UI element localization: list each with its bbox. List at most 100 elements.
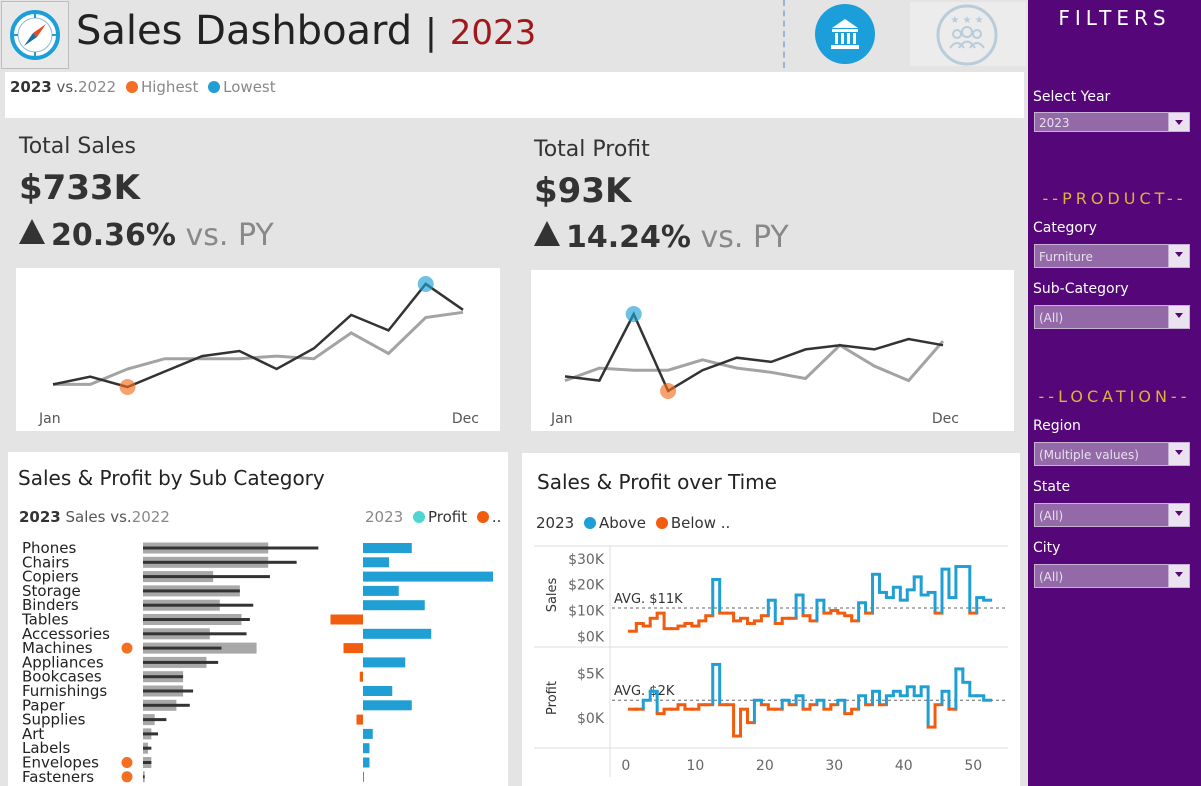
- filters-title: FILTERS: [1058, 6, 1171, 30]
- state-value: (All): [1039, 509, 1064, 523]
- profit-bar: [363, 557, 389, 568]
- subcategory-value: (All): [1039, 311, 1064, 325]
- current-year-bar: [143, 718, 167, 722]
- legend-highest: Highest: [140, 78, 199, 96]
- legend-bar: 2023 vs.2022 Highest Lowest: [5, 72, 1024, 118]
- current-year-line: [52, 282, 464, 389]
- city-value: (All): [1039, 570, 1064, 584]
- chevron-down-icon[interactable]: [1168, 113, 1189, 131]
- subcategory-dropdown[interactable]: (All): [1034, 305, 1190, 329]
- legend-current-year: 2023: [10, 78, 52, 96]
- profit-bar: [363, 571, 493, 582]
- sparkline-end-label: Dec: [932, 411, 959, 427]
- current-year-bar: [143, 689, 194, 693]
- state-label: State: [1033, 479, 1071, 495]
- time-legend-above: Above: [598, 514, 647, 532]
- sparkline-start-label: Jan: [550, 411, 573, 427]
- profit-dot-icon: [412, 511, 425, 523]
- marker-dot: [121, 642, 133, 654]
- people-group-icon: ★ ★ ★: [936, 4, 998, 66]
- time-panel: Sales & Profit over Time 2023 Above Belo…: [522, 453, 1020, 786]
- dashboard-title-text: Sales Dashboard: [76, 8, 413, 54]
- y-tick-label: $30K: [568, 552, 605, 568]
- y-tick-label: $0K: [577, 711, 605, 727]
- time-chart: Sales $0K $10K $20K $30K AVG. $11K Profit $0K $5…: [534, 545, 1008, 777]
- state-dropdown[interactable]: (All): [1034, 503, 1190, 527]
- y-tick-label: $20K: [568, 578, 605, 594]
- profit-bar: [359, 671, 363, 682]
- profit-bar: [363, 585, 399, 596]
- current-year-bar: [143, 546, 319, 550]
- subcategory-profit-legend: 2023 Profit ..: [365, 508, 501, 526]
- current-year-bar: [143, 646, 222, 650]
- subcat-legend-label: Sales vs.: [65, 508, 132, 526]
- marker-dot: [121, 757, 133, 768]
- current-year-bar: [143, 660, 219, 664]
- profit-bar: [363, 743, 370, 754]
- profit-bar: [363, 600, 425, 611]
- subcategory-sales-legend: 2023 Sales vs.2022: [19, 508, 170, 526]
- region-value: (Multiple values): [1039, 448, 1139, 462]
- legend-vs: vs.: [56, 78, 78, 96]
- subcat-legend-prior: 2022: [131, 508, 170, 526]
- select-year-dropdown[interactable]: 2023: [1034, 112, 1190, 132]
- pane-axis-title: Profit: [545, 681, 560, 715]
- current-year-bar: [143, 761, 152, 764]
- title-separator: |: [424, 12, 438, 53]
- chevron-down-icon[interactable]: [1168, 306, 1189, 328]
- current-year-bar: [143, 575, 270, 579]
- total-sales-change: 20.36% vs. PY: [19, 218, 274, 253]
- up-triangle-icon: [19, 219, 45, 244]
- pane-axis-title: Sales: [545, 577, 560, 612]
- x-tick-label: 30: [825, 758, 843, 774]
- region-label: Region: [1033, 418, 1081, 434]
- lowest-point-marker: [119, 379, 136, 395]
- header-divider: [783, 0, 785, 68]
- time-legend-year: 2023: [536, 514, 575, 532]
- sales-change-pct: 20.36%: [51, 218, 176, 253]
- current-year-bar: [143, 560, 297, 564]
- category-value: Furniture: [1039, 250, 1093, 264]
- current-year-bar: [143, 732, 159, 736]
- chevron-down-icon[interactable]: [1168, 565, 1189, 587]
- x-tick-label: 20: [756, 758, 774, 774]
- x-tick-label: 0: [621, 758, 630, 774]
- time-panel-title: Sales & Profit over Time: [537, 470, 777, 494]
- legend-lowest: Lowest: [223, 78, 276, 96]
- chevron-down-icon[interactable]: [1168, 443, 1189, 465]
- chevron-down-icon[interactable]: [1168, 245, 1189, 267]
- location-section-heading: --LOCATION--: [1038, 387, 1191, 406]
- compass-logo[interactable]: [1, 1, 69, 69]
- bank-button[interactable]: [815, 4, 875, 64]
- subcategory-panel: Sales & Profit by Sub Category 2023 Sale…: [8, 452, 508, 786]
- chevron-down-icon[interactable]: [1168, 504, 1189, 526]
- subcat-legend-year: 2023: [19, 508, 61, 526]
- sales-sparkline: Jan Dec: [38, 276, 479, 427]
- category-label: Category: [1033, 220, 1097, 236]
- profit-bar: [363, 628, 432, 639]
- highest-point-marker: [417, 276, 434, 292]
- profit-bar: [330, 614, 363, 625]
- region-dropdown[interactable]: (Multiple values): [1034, 442, 1190, 466]
- total-sales-title: Total Sales: [19, 134, 136, 159]
- subcategory-panel-title: Sales & Profit by Sub Category: [18, 466, 325, 490]
- city-label: City: [1033, 540, 1061, 556]
- marker-dot: [121, 771, 133, 783]
- current-year-bar: [143, 632, 247, 636]
- profit-sparkline: Jan Dec: [550, 306, 959, 427]
- profit-change-pct: 14.24%: [566, 220, 691, 255]
- y-tick-label: $5K: [577, 666, 605, 682]
- sparkline-end-label: Dec: [452, 411, 479, 427]
- city-dropdown[interactable]: (All): [1034, 564, 1190, 588]
- x-tick-label: 40: [895, 758, 913, 774]
- profit-bar: [363, 543, 412, 553]
- lowest-dot-icon: [208, 81, 221, 93]
- subcategory-chart: PhonesChairsCopiersStorageBindersTablesA…: [21, 539, 493, 786]
- people-button[interactable]: ★ ★ ★: [910, 2, 1026, 66]
- current-year-bar: [143, 746, 152, 750]
- bank-icon: [831, 19, 859, 49]
- current-year-bar: [143, 675, 184, 679]
- category-dropdown[interactable]: Furniture: [1034, 244, 1190, 268]
- current-year-bar: [143, 603, 254, 607]
- current-year-bar: [143, 589, 240, 593]
